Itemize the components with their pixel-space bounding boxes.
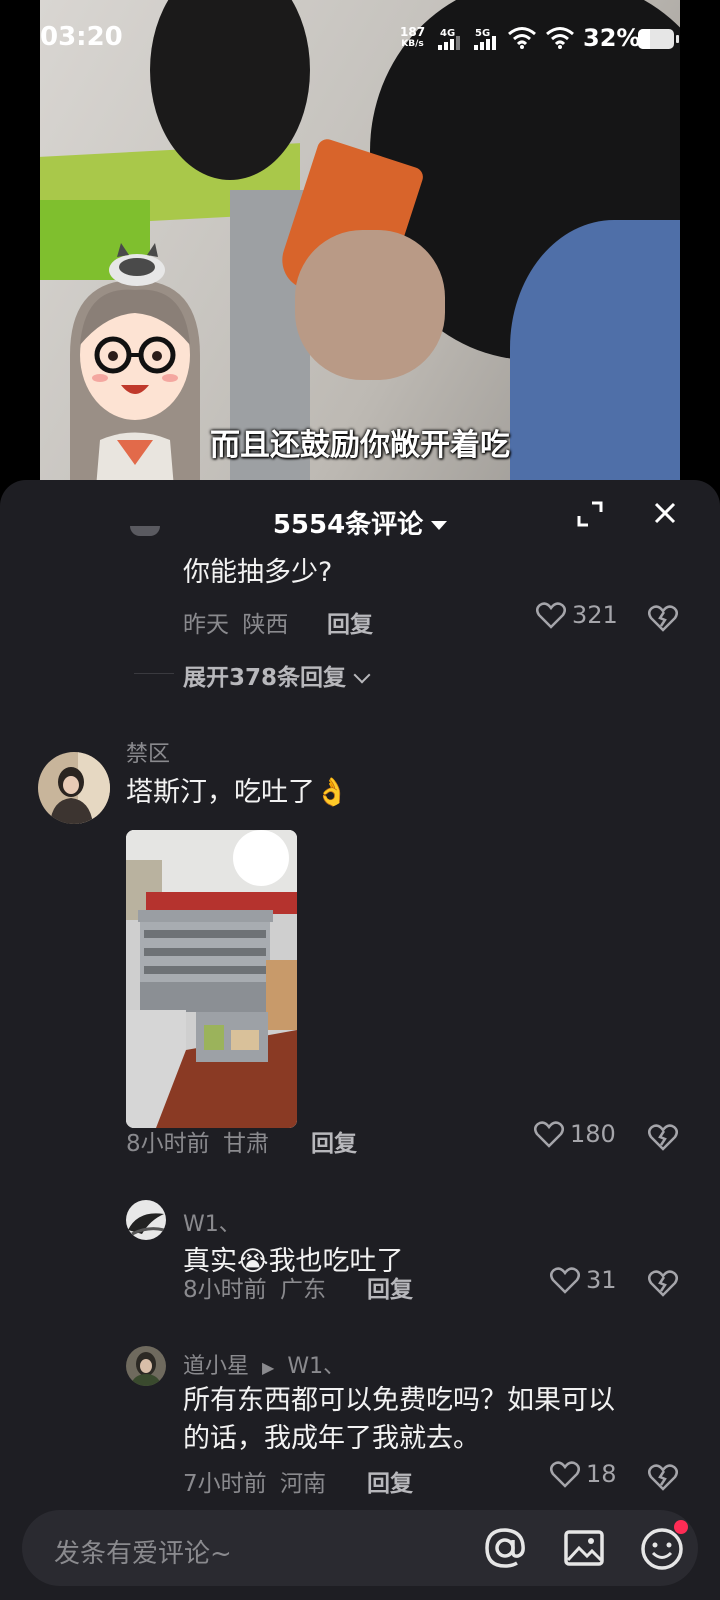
comment-text-body: 塔斯汀，吃吐了 — [126, 777, 315, 808]
video-subtitle: 而且还鼓励你敞开着吃 — [210, 428, 510, 463]
comment-text-line-1: 所有东西都可以免费吃吗？如果可以 — [183, 1385, 615, 1416]
wifi-icon — [508, 27, 536, 49]
dislike-icon[interactable] — [648, 1269, 678, 1297]
like-button[interactable]: 18 — [550, 1460, 617, 1488]
battery-icon — [638, 29, 674, 49]
caret-down-icon — [431, 521, 448, 530]
avatar[interactable] — [38, 752, 110, 824]
comment-location: 甘肃 — [222, 1131, 269, 1157]
battery-cap — [676, 35, 679, 43]
expand-divider — [134, 673, 174, 674]
comment-count-label: 5554条评论 — [272, 510, 424, 540]
mention-icon[interactable] — [482, 1525, 528, 1571]
reply-button[interactable]: 回复 — [311, 1124, 357, 1158]
signal-5g-bars-icon — [474, 36, 496, 50]
heart-icon — [536, 602, 566, 629]
comment-time: 昨天 陕西 — [183, 605, 288, 639]
comment-location: 广东 — [279, 1277, 326, 1303]
like-button[interactable]: 31 — [550, 1266, 617, 1294]
reply-button[interactable]: 回复 — [367, 1270, 413, 1304]
image-icon[interactable] — [562, 1526, 606, 1570]
comment-text: 所有东西都可以免费吃吗？如果可以 的话，我成年了我就去。 — [183, 1382, 615, 1458]
network-speed-unit: KB/s — [401, 39, 424, 49]
signal-4g-bars-icon — [438, 36, 460, 50]
chevron-down-icon — [353, 666, 371, 684]
comment-time: 8小时前 广东 — [183, 1270, 326, 1304]
expand-replies-button[interactable]: 展开378条回复 — [183, 658, 371, 692]
reply-button[interactable]: 回复 — [367, 1464, 413, 1498]
dislike-icon[interactable] — [648, 1463, 678, 1491]
comment-location: 陕西 — [242, 612, 289, 638]
avatar[interactable] — [126, 1346, 166, 1386]
notification-dot — [674, 1520, 688, 1534]
battery-percent: 32% — [583, 24, 641, 52]
comment-sheet: 5554条评论 你能抽多少? 昨天 陕西 回复 321 展开378条回复 禁区 … — [0, 480, 720, 1600]
comment-time: 8小时前 甘肃 — [126, 1124, 269, 1158]
comment-sheet-header: 5554条评论 — [0, 480, 720, 540]
like-count: 321 — [572, 601, 618, 629]
status-time: 03:20 — [40, 22, 123, 52]
network-speed-value: 187 — [400, 25, 426, 39]
comment-text: 塔斯汀，吃吐了👌 — [126, 770, 349, 809]
comment-input-bar: 发条有爱评论~ — [0, 1494, 720, 1600]
comment-input-placeholder: 发条有爱评论~ — [54, 1539, 232, 1569]
network-speed: 187 KB/s — [400, 26, 425, 50]
reply-arrow-icon: ▶ — [262, 1358, 275, 1377]
comment-text-line-2: 的话，我成年了我就去。 — [183, 1423, 480, 1454]
reply-target-username[interactable]: W1、 — [287, 1354, 345, 1379]
comment-time: 7小时前 河南 — [183, 1464, 326, 1498]
avatar[interactable] — [126, 1200, 166, 1240]
like-button[interactable]: 180 — [534, 1120, 616, 1148]
like-count: 31 — [586, 1266, 617, 1294]
reply-header: 道小星 ▶ W1、 — [183, 1348, 345, 1380]
like-button[interactable]: 321 — [536, 601, 618, 629]
comment-username[interactable]: 道小星 — [183, 1354, 249, 1379]
comment-text: 你能抽多少? — [183, 557, 333, 588]
heart-icon — [550, 1267, 580, 1294]
heart-icon — [550, 1461, 580, 1488]
dislike-icon[interactable] — [648, 1123, 678, 1151]
close-icon[interactable] — [650, 498, 680, 528]
comment-input[interactable]: 发条有爱评论~ — [22, 1510, 698, 1586]
comment-count-dropdown[interactable]: 5554条评论 — [0, 504, 720, 541]
ok-hand-emoji: 👌 — [315, 777, 349, 808]
dislike-icon[interactable] — [648, 604, 678, 632]
video-hand — [295, 230, 445, 380]
heart-icon — [534, 1121, 564, 1148]
comment-time-value: 昨天 — [183, 612, 229, 638]
like-count: 18 — [586, 1460, 617, 1488]
comment-time-value: 8小时前 — [126, 1131, 210, 1157]
comment-time-value: 8小时前 — [183, 1277, 267, 1303]
status-bar: 03:20 187 KB/s 4G 5G 32% — [0, 0, 720, 80]
wifi-icon-2 — [546, 27, 574, 49]
reply-button[interactable]: 回复 — [327, 605, 373, 639]
expand-icon[interactable] — [576, 500, 604, 528]
like-count: 180 — [570, 1120, 616, 1148]
comment-image[interactable] — [126, 830, 297, 1128]
expand-replies-label: 展开378条回复 — [183, 665, 347, 691]
comment-username[interactable]: W1、 — [183, 1206, 241, 1238]
comment-username[interactable]: 禁区 — [126, 736, 170, 768]
